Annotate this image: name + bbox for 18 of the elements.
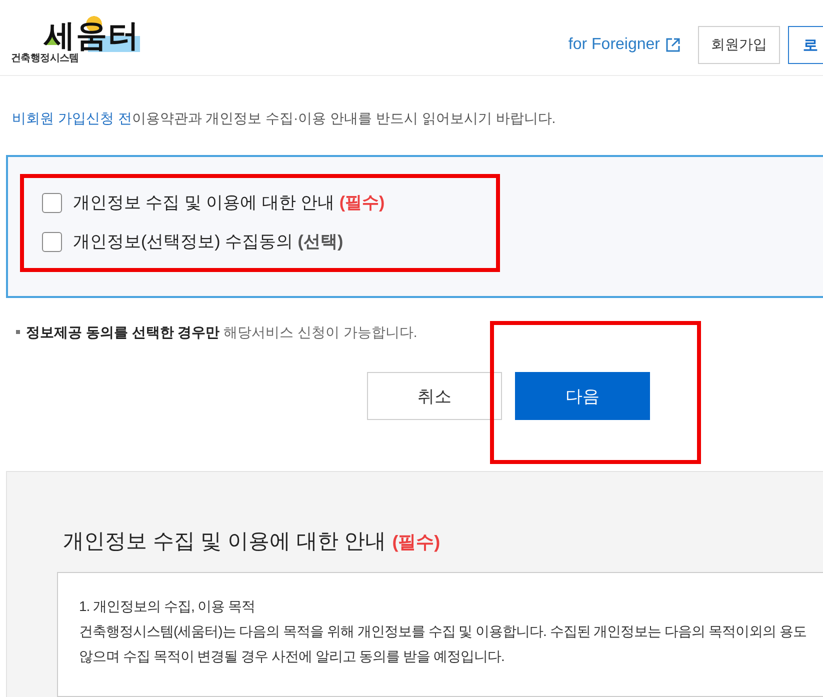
consent-label[interactable]: 개인정보(선택정보) 수집동의 (선택) bbox=[73, 230, 344, 254]
signup-button[interactable]: 회원가입 bbox=[698, 26, 780, 64]
notice-text: 비회원 가입신청 전이용약관과 개인정보 수집·이용 안내를 반드시 읽어보시기 바랍니다. bbox=[12, 109, 557, 128]
checkbox[interactable] bbox=[42, 232, 62, 252]
terms-line: 건축행정시스템(세움터)는 다음의 목적을 위해 개인정보를 수집 및 이용합니다. 수집된 개인정보는 다음의 목적이외의 용도 bbox=[79, 622, 808, 641]
logo-caption: 건축행정시스템 bbox=[11, 53, 79, 64]
external-link-icon bbox=[666, 38, 680, 52]
next-button[interactable]: 다음 bbox=[515, 372, 650, 420]
consent-label[interactable]: 개인정보 수집 및 이용에 대한 안내 (필수) bbox=[73, 191, 385, 215]
terms-title: 개인정보 수집 및 이용에 대한 안내 (필수) bbox=[63, 529, 442, 555]
foreigner-link[interactable]: for Foreigner bbox=[568, 35, 680, 55]
terms-line: 1. 개인정보의 수집, 이용 목적 bbox=[79, 597, 256, 616]
terms-line: 않으며 수집 목적이 변경될 경우 사전에 알리고 동의를 받을 예정입니다. bbox=[79, 647, 506, 666]
cancel-button[interactable]: 취소 bbox=[367, 372, 502, 420]
bullet-icon bbox=[16, 330, 20, 334]
checkbox[interactable] bbox=[42, 193, 62, 213]
login-button[interactable]: 로 bbox=[788, 26, 823, 64]
note-text: 정보제공 동의를 선택한 경우만 해당서비스 신청이 가능합니다. bbox=[26, 323, 418, 341]
